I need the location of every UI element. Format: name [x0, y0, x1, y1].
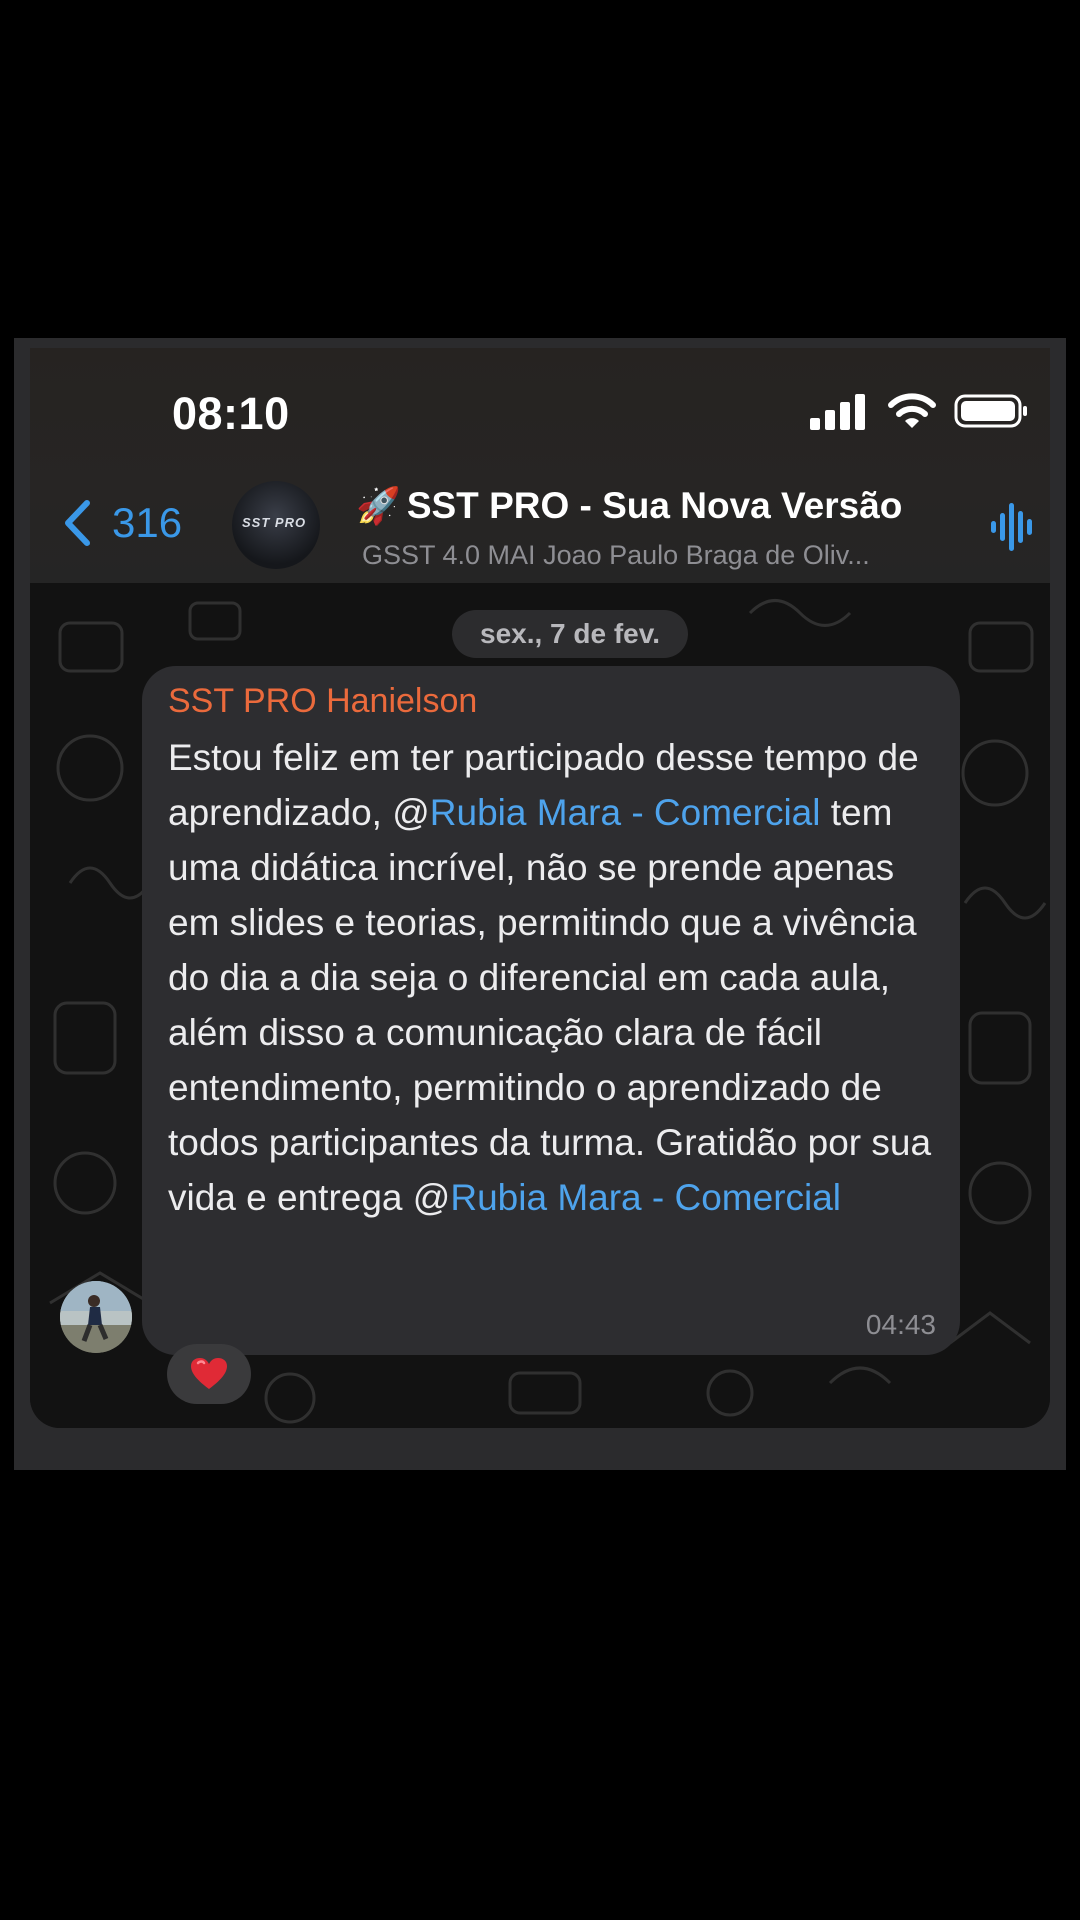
message-text-part2: tem uma didática incrível, não se prende…: [168, 792, 932, 1218]
mention-at-2: @: [412, 1177, 451, 1218]
battery-icon: [954, 394, 1027, 428]
message-sender[interactable]: SST PRO Hanielson: [168, 680, 934, 722]
wifi-icon: [888, 393, 936, 428]
back-chevron-icon: [65, 500, 90, 546]
heart-icon: [191, 1358, 227, 1389]
message-text: Estou feliz em ter participado desse tem…: [168, 730, 934, 1225]
sender-avatar[interactable]: [60, 1281, 132, 1353]
group-avatar[interactable]: SST PRO: [232, 481, 320, 569]
chat-title: SST PRO - Sua Nova Versão: [406, 485, 903, 526]
chat-subtitle: GSST 4.0 MAI Joao Paulo Braga de Oliv...: [362, 540, 870, 570]
chat-title-row[interactable]: 🚀 SST PRO - Sua Nova Versão: [356, 485, 976, 527]
sender-avatar-photo: [60, 1281, 132, 1353]
mention-link-1[interactable]: Rubia Mara - Comercial: [430, 792, 821, 833]
date-separator: sex., 7 de fev.: [452, 610, 689, 658]
message-time: 04:43: [865, 1309, 936, 1340]
status-time: 08:10: [172, 388, 290, 439]
rocket-emoji: 🚀: [356, 485, 401, 526]
screenshot-card: 08:10 316 SST PRO 🚀 SST PRO - Sua Nova V…: [14, 338, 1066, 1470]
group-avatar-logo: SST PRO: [242, 515, 307, 530]
message-bubble[interactable]: SST PRO Hanielson Estou feliz em ter par…: [142, 666, 960, 1355]
unread-count: 316: [112, 499, 183, 546]
mention-at-1: @: [392, 792, 430, 833]
signal-icon: [810, 394, 865, 430]
mention-link-2[interactable]: Rubia Mara - Comercial: [450, 1177, 841, 1218]
phone-screen: 08:10 316 SST PRO 🚀 SST PRO - Sua Nova V…: [30, 348, 1050, 1428]
top-bar: 08:10 316 SST PRO 🚀 SST PRO - Sua Nova V…: [30, 348, 1050, 583]
voice-chat-icon[interactable]: [990, 501, 1034, 553]
reaction-badge[interactable]: ❤️: [167, 1344, 251, 1404]
page: 08:10 316 SST PRO 🚀 SST PRO - Sua Nova V…: [0, 0, 1080, 1920]
back-button[interactable]: 316: [62, 493, 182, 553]
